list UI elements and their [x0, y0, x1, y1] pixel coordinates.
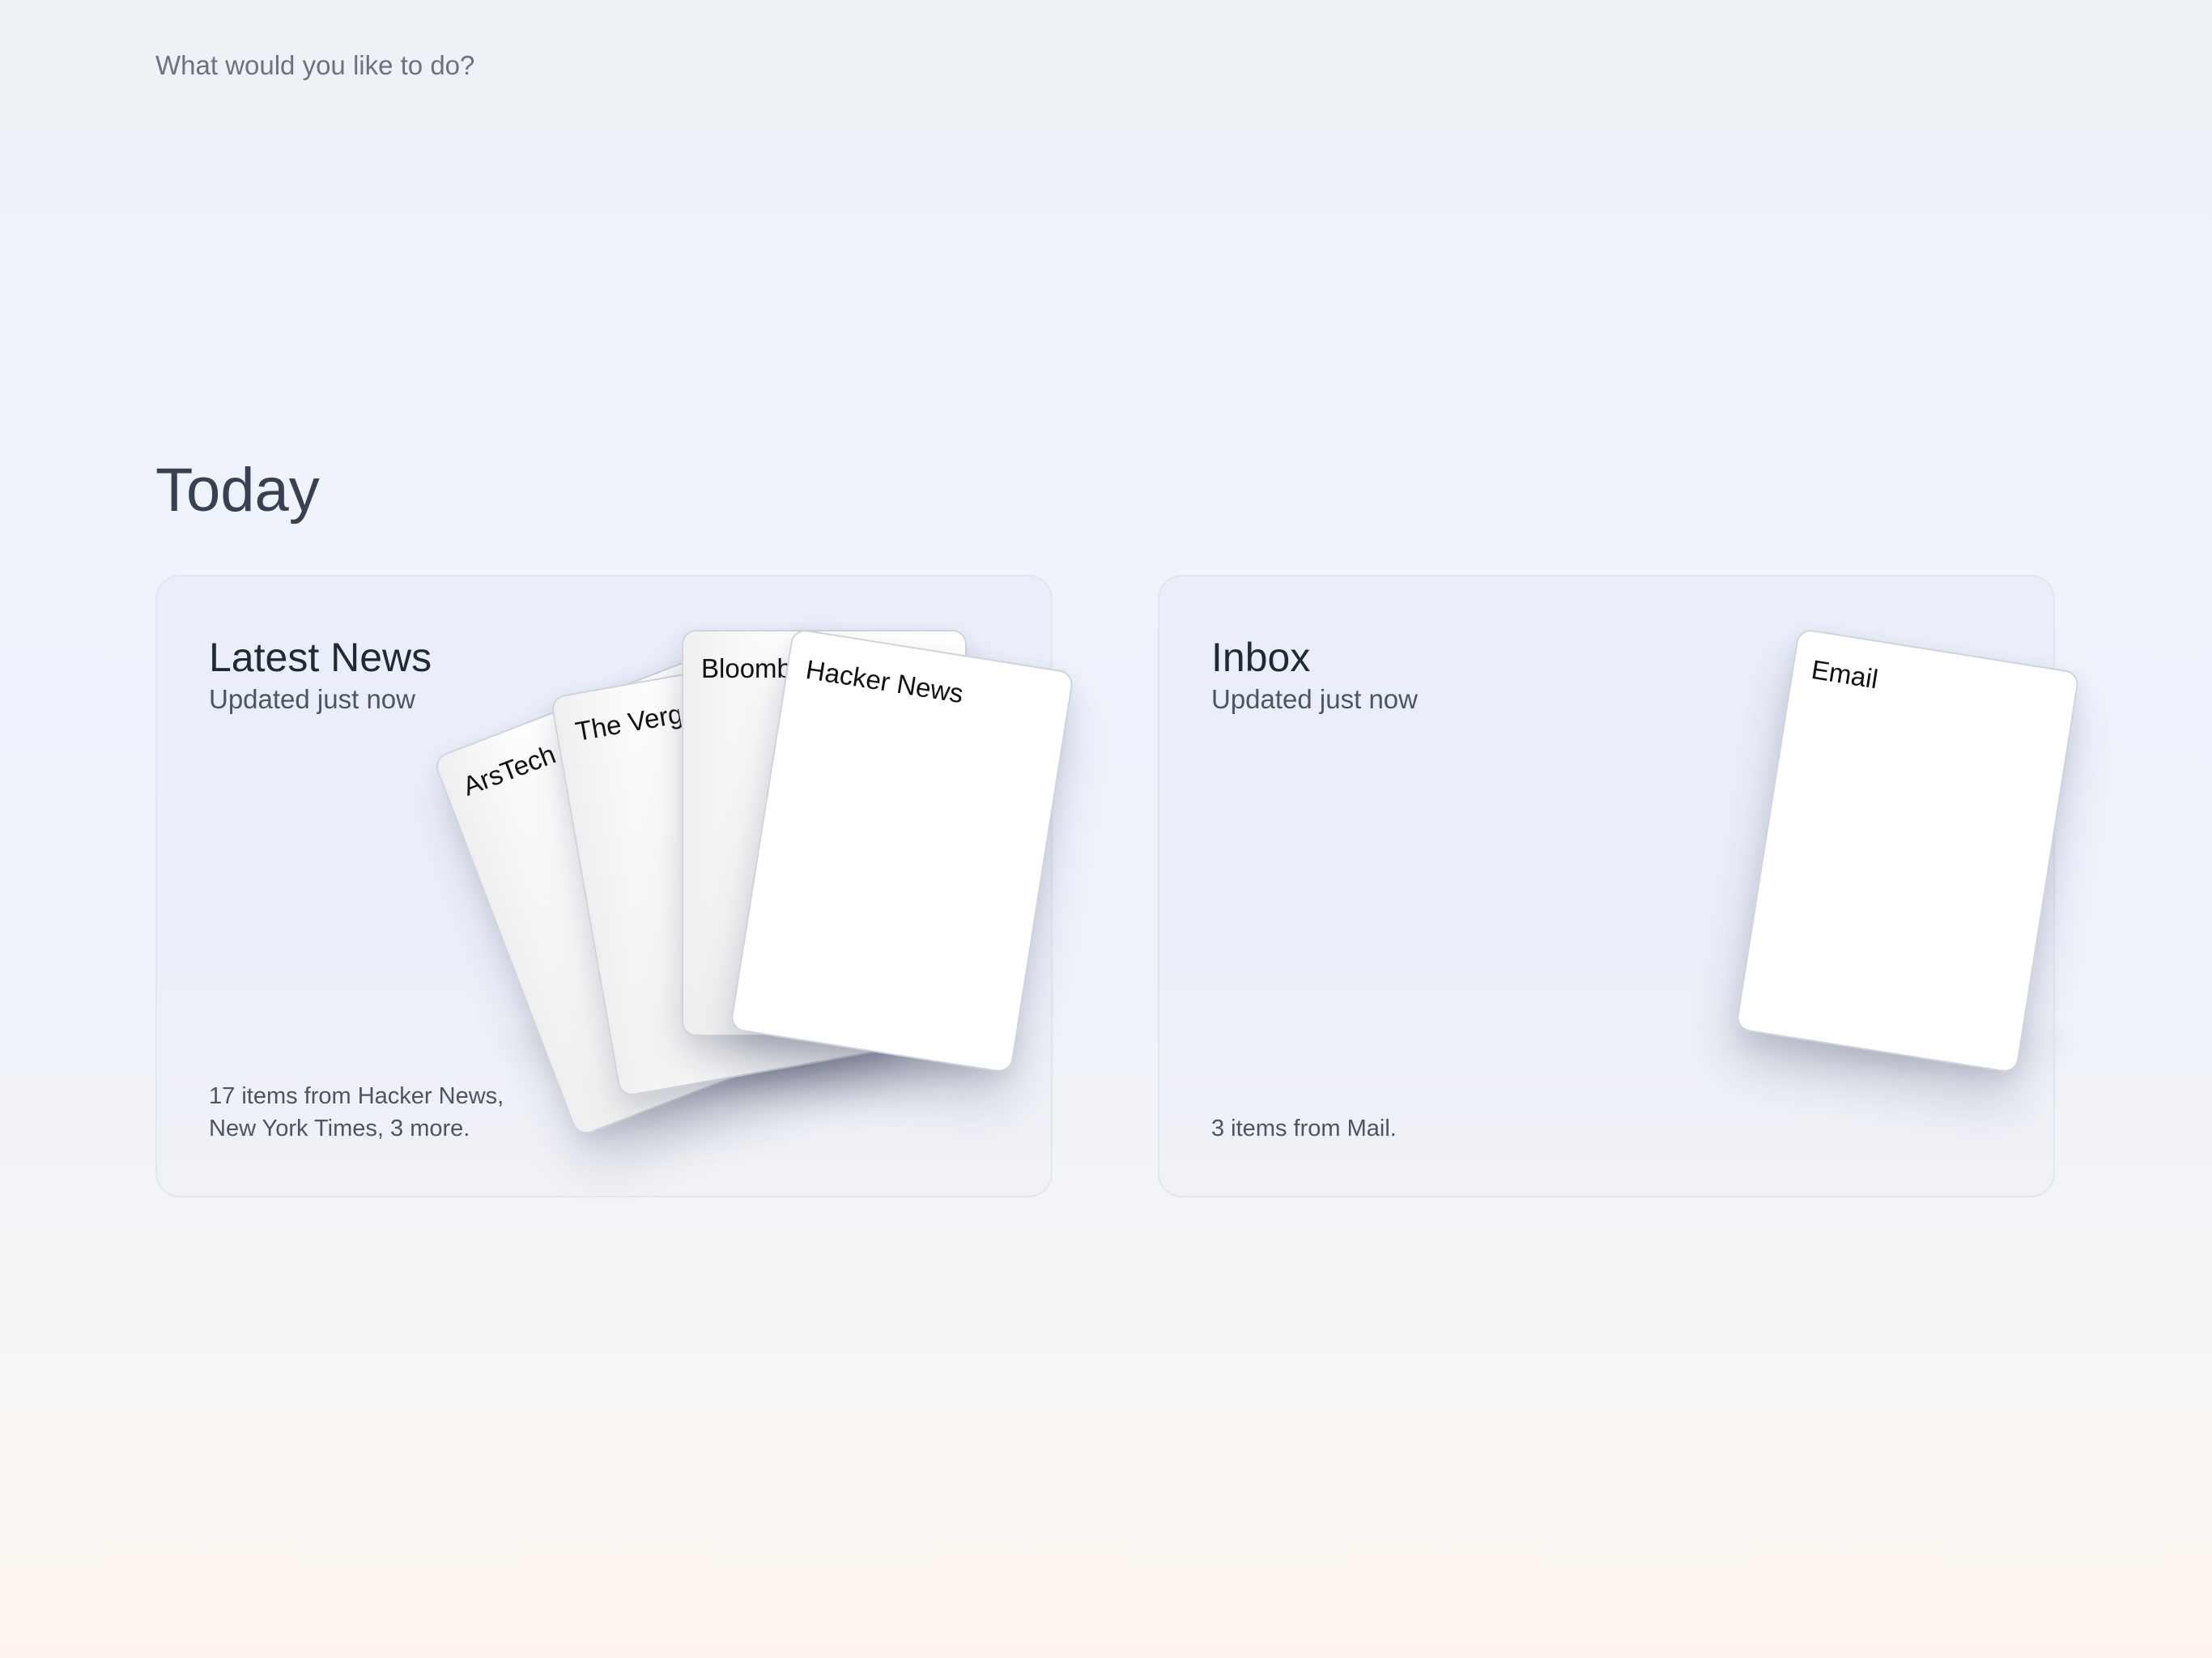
panel-title: Inbox	[1211, 635, 1311, 680]
panel-subtitle: Updated just now	[1211, 684, 1418, 714]
card-label: The Verge	[572, 698, 683, 747]
panel-subtitle: Updated just now	[209, 684, 415, 714]
section-title: Today	[155, 456, 320, 525]
panel-summary: 17 items from Hacker News, New York Time…	[209, 1080, 581, 1145]
panel-summary: 3 items from Mail.	[1211, 1116, 1397, 1141]
source-card-email[interactable]: Email	[1734, 627, 2081, 1074]
latest-news-panel[interactable]: Latest News Updated just now 17 items fr…	[155, 575, 1075, 1197]
top-bar	[0, 0, 2212, 130]
inbox-panel[interactable]: Inbox Updated just now 3 items from Mail…	[1158, 575, 2081, 1197]
panel-title: Latest News	[209, 635, 432, 680]
card-label: ArsTechnica	[458, 738, 561, 801]
summary-line: 17 items from Hacker News,	[209, 1083, 504, 1109]
command-input[interactable]	[155, 47, 1127, 84]
summary-line: New York Times, 3 more.	[209, 1116, 470, 1141]
card-label: Hacker News	[803, 653, 966, 709]
card-label: Email	[1809, 653, 1881, 695]
